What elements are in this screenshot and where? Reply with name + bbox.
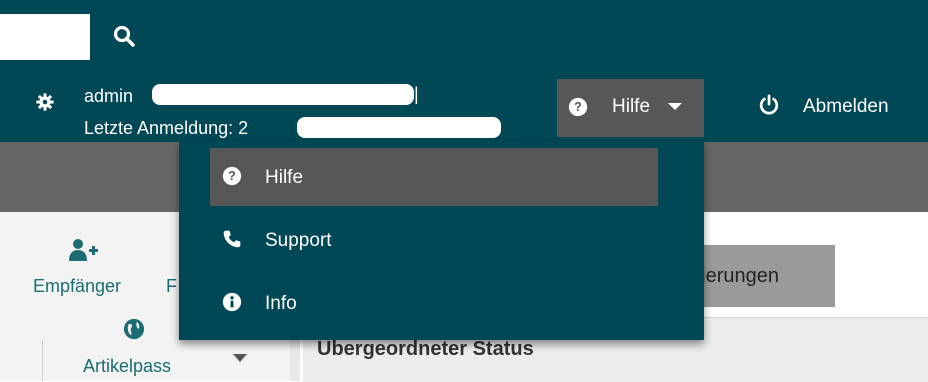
menu-item-support[interactable]: Support	[210, 211, 658, 269]
chevron-down-icon	[668, 103, 682, 110]
sidebar-item-partial[interactable]: F	[166, 276, 177, 297]
globe-icon	[123, 318, 145, 340]
artikelpass-label: Artikelpass	[83, 356, 172, 376]
question-circle-icon: ?	[222, 166, 242, 186]
last-login-text: Letzte Anmeldung: 2	[84, 118, 249, 138]
menu-item-hilfe[interactable]: ? Hilfe	[210, 148, 658, 206]
caret-down-icon[interactable]	[233, 354, 247, 362]
phone-icon	[223, 230, 241, 248]
question-circle-icon: ?	[568, 97, 588, 117]
user-plus-icon[interactable]	[68, 238, 98, 262]
menu-item-label: Support	[265, 230, 332, 251]
search-input[interactable]	[0, 14, 90, 60]
help-menu-label: Hilfe	[612, 96, 651, 117]
redacted-login-date	[297, 117, 501, 138]
menu-item-label: Hilfe	[265, 167, 304, 188]
info-circle-icon	[222, 292, 242, 312]
section-title: Übergeordneter Status	[317, 338, 534, 360]
menu-item-info[interactable]: Info	[210, 274, 658, 332]
sidebar-item-empfaenger[interactable]: Empfänger	[33, 276, 121, 297]
gear-icon[interactable]	[36, 93, 54, 111]
svg-text:?: ?	[574, 100, 582, 114]
redacted-user-info	[152, 84, 414, 105]
user-separator: |	[414, 84, 419, 104]
user-name: admin	[84, 86, 134, 106]
svg-text:?: ?	[228, 169, 236, 183]
search-icon[interactable]	[112, 24, 136, 48]
power-icon[interactable]	[758, 94, 780, 116]
logout-button[interactable]: Abmelden	[803, 96, 889, 118]
menu-item-label: Info	[265, 293, 297, 314]
